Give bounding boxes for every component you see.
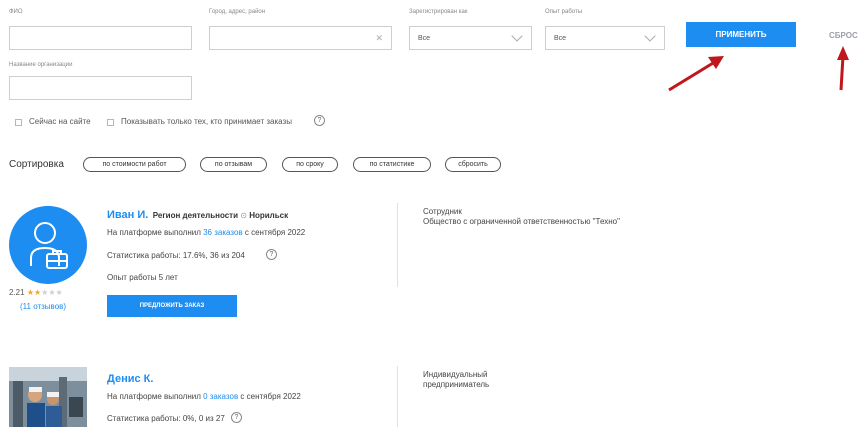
orders-line: На платформе выполнил 0 заказов с сентяб… — [107, 392, 301, 401]
role: Сотрудник — [423, 207, 462, 216]
reviews-link[interactable]: (11 отзывов) — [20, 302, 66, 311]
registered-value: Все — [418, 35, 431, 42]
online-checkbox[interactable] — [15, 119, 22, 126]
clear-icon[interactable]: ✕ — [375, 33, 383, 44]
stats-line: Статистика работы: 0%, 0 из 27 — [107, 414, 225, 423]
stats-text: Статистика работы: 17.6%, 36 из 204 — [107, 251, 245, 260]
employment-info: Сотрудник Общество с ограниченной ответс… — [423, 207, 783, 227]
help-icon[interactable]: ? — [314, 115, 325, 126]
online-label: Сейчас на сайте — [29, 117, 91, 126]
worker-header: Иван И. Регион деятельности ⊙ Норильск — [107, 205, 288, 223]
location-pin-icon: ⊙ — [240, 211, 247, 220]
role: Индивидуальный предприниматель — [423, 370, 490, 389]
divider — [397, 203, 398, 287]
reset-button[interactable]: СБРОС — [829, 31, 858, 40]
arrow-to-apply-icon — [668, 56, 724, 92]
worker-placeholder-icon — [30, 222, 68, 269]
org-label: Название организации — [9, 62, 73, 68]
orders-line: На платформе выполнил 36 заказов с сентя… — [107, 228, 305, 237]
orders-suffix: с сентября 2022 — [238, 392, 301, 401]
sort-title: Сортировка — [9, 159, 64, 170]
city-input[interactable]: ✕ — [209, 26, 392, 50]
worker-header: Денис К. — [107, 369, 153, 387]
orders-only-checkbox[interactable] — [107, 119, 114, 126]
org-input[interactable] — [9, 76, 192, 100]
sort-by-reviews[interactable]: по отзывам — [200, 157, 267, 172]
orders-only-label: Показывать только тех, кто принимает зак… — [121, 117, 292, 126]
stats-line: Статистика работы: 17.6%, 36 из 204 — [107, 251, 245, 260]
employment-info: Индивидуальный предприниматель — [423, 370, 518, 390]
orders-link[interactable]: 0 заказов — [203, 392, 238, 401]
worker-photo-image — [9, 367, 87, 427]
worker-avatar[interactable] — [9, 206, 87, 284]
fio-input[interactable] — [9, 26, 192, 50]
city-label: Город, адрес, район — [209, 9, 266, 15]
worker-name[interactable]: Денис К. — [107, 373, 153, 385]
registered-select[interactable]: Все — [409, 26, 532, 50]
orders-prefix: На платформе выполнил — [107, 228, 204, 237]
registered-label: Зарегистрирован как — [409, 9, 468, 15]
fio-label: ФИО — [9, 9, 23, 15]
experience-value: Все — [554, 35, 567, 42]
star-icon: ★ — [48, 288, 56, 297]
help-icon[interactable]: ? — [266, 249, 277, 260]
offer-order-button[interactable]: ПРЕДЛОЖИТЬ ЗАКАЗ — [107, 295, 237, 317]
worker-name[interactable]: Иван И. — [107, 209, 148, 221]
sort-by-term[interactable]: по сроку — [282, 157, 338, 172]
chevron-down-icon — [511, 30, 523, 42]
annotation-arrows — [668, 46, 849, 92]
experience-text: Опыт работы 5 лет — [107, 273, 178, 282]
region-label: Регион деятельности — [152, 211, 239, 220]
chevron-down-icon — [644, 30, 656, 42]
help-icon[interactable]: ? — [231, 412, 242, 423]
orders-suffix: с сентября 2022 — [242, 228, 306, 237]
experience-label: Опыт работы — [545, 9, 583, 15]
divider — [397, 366, 398, 427]
star-icon: ★ — [55, 288, 63, 297]
worker-photo[interactable] — [9, 367, 87, 427]
sort-by-cost[interactable]: по стоимости работ — [83, 157, 186, 172]
orders-link[interactable]: 36 заказов — [203, 228, 243, 237]
orders-prefix: На платформе выполнил — [107, 392, 204, 401]
sort-reset[interactable]: сбросить — [445, 157, 501, 172]
region-value: Норильск — [249, 211, 289, 220]
sort-by-stats[interactable]: по статистике — [353, 157, 431, 172]
experience-select[interactable]: Все — [545, 26, 665, 50]
rating: 2.21 ★★★★★ — [9, 288, 63, 297]
organization: Общество с ограниченной ответственностью… — [423, 217, 620, 226]
arrow-to-reset-icon — [837, 46, 849, 91]
rating-value: 2.21 — [9, 288, 25, 297]
region: Регион деятельности ⊙ Норильск — [153, 211, 288, 220]
star-icon: ★ — [26, 288, 34, 297]
stats-text: Статистика работы: 0%, 0 из 27 — [107, 414, 225, 423]
